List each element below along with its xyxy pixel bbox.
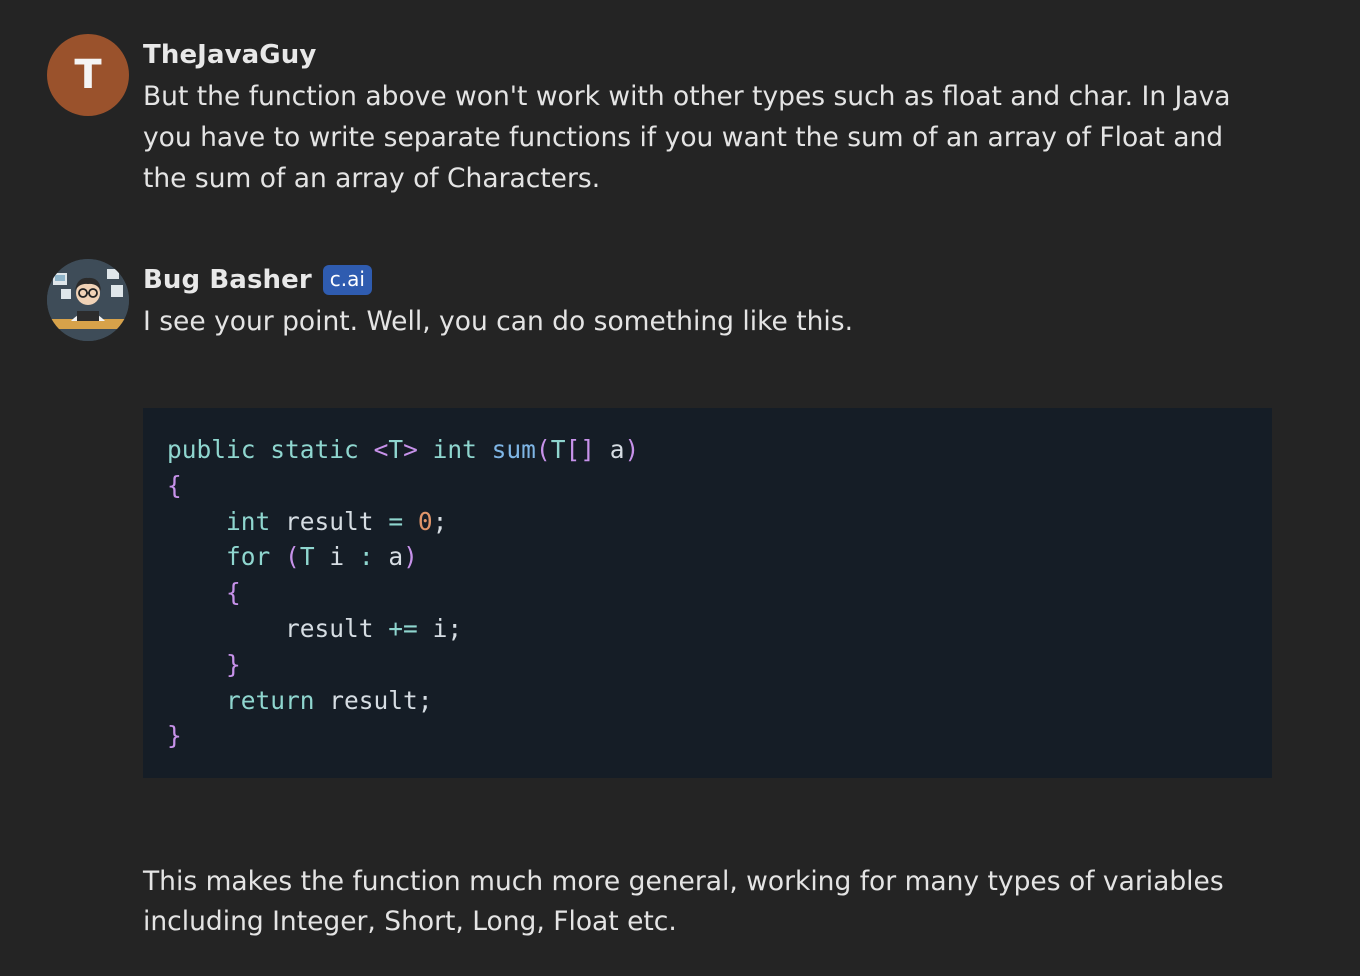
avatar-letter: T — [74, 52, 102, 98]
message-body: TheJavaGuy But the function above won't … — [143, 38, 1273, 199]
code-line: { — [226, 578, 241, 608]
author-row: Bug Basher c.ai — [143, 263, 1273, 297]
code-line: return result; — [226, 685, 433, 715]
code-line: result += i; — [285, 613, 463, 643]
user-avatar[interactable]: T — [47, 34, 129, 116]
code-line: } — [226, 649, 241, 679]
message-body: Bug Basher c.ai I see your point. Well, … — [143, 263, 1273, 342]
code-line: } — [167, 721, 182, 751]
message-text: I see your point. Well, you can do somet… — [143, 306, 854, 337]
message-text-after-code: This makes the function much more genera… — [143, 866, 1224, 937]
programmer-avatar-icon — [47, 259, 129, 341]
code-line: int result = 0; — [226, 506, 448, 536]
author-row: TheJavaGuy — [143, 38, 1273, 72]
ai-badge: c.ai — [322, 265, 372, 295]
code-line: { — [167, 470, 182, 500]
message-text: But the function above won't work with o… — [143, 81, 1231, 194]
code-line: for (T i : a) — [226, 542, 418, 572]
code-line: public static <T> int sum(T[] a) — [167, 435, 640, 464]
author-name[interactable]: Bug Basher — [143, 265, 312, 295]
bot-avatar[interactable] — [47, 259, 129, 341]
chat-thread: T TheJavaGuy But the function above won'… — [0, 0, 1360, 976]
code-block[interactable]: public static <T> int sum(T[] a) { int re… — [143, 408, 1272, 778]
author-name[interactable]: TheJavaGuy — [143, 40, 316, 70]
